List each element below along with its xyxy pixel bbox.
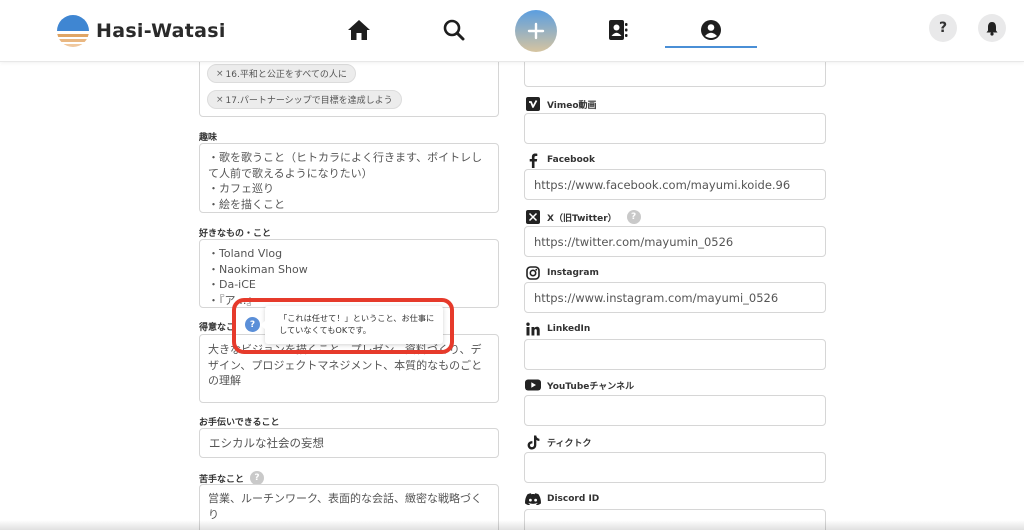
- help-button[interactable]: ?: [929, 14, 957, 42]
- instagram-icon: [525, 265, 541, 281]
- nav-search[interactable]: [436, 14, 472, 46]
- can-help-label: お手伝いできること: [199, 418, 280, 428]
- help-icon: ?: [938, 20, 948, 36]
- facebook-label: Facebook: [525, 152, 595, 168]
- search-icon: [443, 19, 465, 41]
- twitter-label: X（旧Twitter） ?: [525, 209, 641, 225]
- add-post-button[interactable]: [515, 10, 557, 52]
- facebook-input[interactable]: https://www.facebook.com/mayumi.koide.96: [524, 169, 826, 200]
- logo-icon: [56, 14, 90, 48]
- x-twitter-icon: [525, 209, 541, 225]
- hobby-textarea[interactable]: ・歌を歌うこと（ヒトカラによく行きます、ボイトレして人前で歌えるようになりたい）…: [199, 143, 499, 213]
- vimeo-label: Vimeo動画: [525, 96, 597, 112]
- nav-profile[interactable]: [693, 14, 729, 46]
- weak-at-label: 苦手なこと ?: [199, 471, 265, 485]
- notifications-button[interactable]: [978, 14, 1006, 42]
- twitter-input[interactable]: https://twitter.com/mayumin_0526: [524, 226, 826, 257]
- youtube-label: YouTubeチャンネル: [525, 377, 634, 393]
- nav-home[interactable]: [341, 14, 377, 46]
- help-circle-icon[interactable]: ?: [250, 471, 265, 485]
- remove-tag-icon[interactable]: ×: [216, 95, 224, 105]
- linkedin-label: LinkedIn: [525, 321, 590, 337]
- remove-tag-icon[interactable]: ×: [216, 69, 224, 79]
- facebook-icon: [525, 152, 541, 168]
- vimeo-icon: [525, 96, 541, 112]
- vimeo-input[interactable]: [524, 113, 826, 144]
- plus-icon: [527, 22, 545, 40]
- tag-chip[interactable]: × 16.平和と公正をすべての人に: [207, 64, 356, 83]
- discord-label: Discord ID: [525, 491, 599, 507]
- tooltip-arrow: [260, 321, 265, 329]
- help-circle-icon[interactable]: ?: [626, 210, 641, 224]
- likes-label: 好きなもの・こと: [199, 229, 272, 239]
- hobby-label: 趣味: [199, 133, 218, 143]
- tiktok-label: ティクトク: [525, 434, 591, 450]
- user-circle-icon: [701, 20, 721, 40]
- highlight-annotation: [232, 298, 454, 354]
- logo-text: Hasi-Watasi: [96, 20, 226, 42]
- tiktok-icon: [525, 434, 541, 450]
- youtube-input[interactable]: [524, 395, 826, 426]
- bell-icon: [986, 21, 998, 36]
- tiktok-input[interactable]: [524, 452, 826, 483]
- good-at-label: 得意なこ: [199, 323, 236, 333]
- window-bottom-shadow: [0, 520, 1024, 530]
- address-book-icon: [609, 20, 628, 40]
- active-tab-indicator: [665, 46, 757, 48]
- youtube-icon: [525, 377, 541, 393]
- home-icon: [348, 20, 370, 40]
- top-navigation-bar: Hasi-Watasi ?: [0, 0, 1024, 62]
- linkedin-input[interactable]: [524, 339, 826, 370]
- tag-chip[interactable]: × 17.パートナーシップで目標を達成しよう: [207, 90, 402, 109]
- linkedin-icon: [525, 321, 541, 337]
- instagram-label: Instagram: [525, 265, 599, 281]
- discord-icon: [525, 491, 541, 507]
- logo[interactable]: Hasi-Watasi: [56, 14, 226, 48]
- help-circle-icon[interactable]: ?: [245, 317, 260, 332]
- nav-contacts[interactable]: [600, 14, 636, 46]
- can-help-input[interactable]: エシカルな社会の妄想: [199, 428, 499, 458]
- instagram-input[interactable]: https://www.instagram.com/mayumi_0526: [524, 282, 826, 313]
